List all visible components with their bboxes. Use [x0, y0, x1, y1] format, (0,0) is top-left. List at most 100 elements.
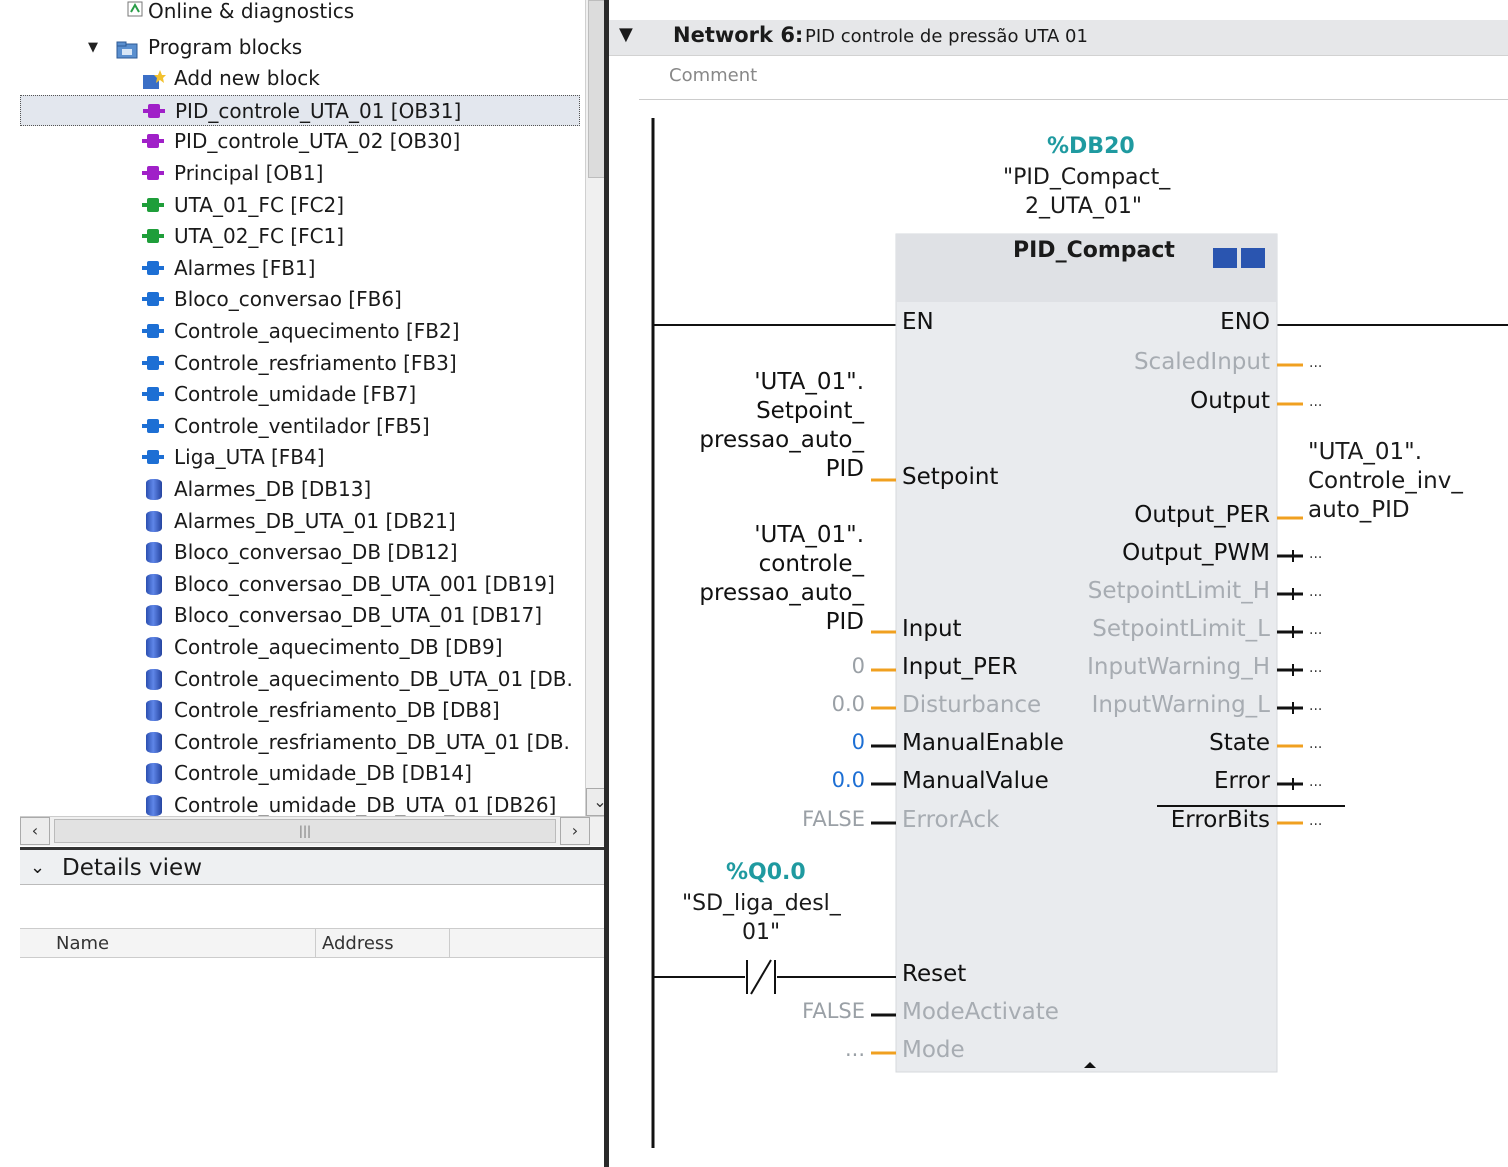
output-value[interactable]: ... — [1309, 394, 1322, 410]
tree-item[interactable]: Controle_aquecimento_DB_UTA_01 [DB. — [20, 664, 580, 695]
input-pin-en[interactable]: EN — [902, 309, 934, 335]
details-view-header[interactable]: ⌄ Details view — [20, 847, 614, 885]
output-pin-inputwarning_l[interactable]: InputWarning_L — [1092, 692, 1270, 718]
ladder-editor: ▼ Network 6: PID controle de pressão UTA… — [609, 0, 1508, 1167]
reset-contact-name-1[interactable]: "SD_liga_desl_ — [682, 891, 841, 916]
output-value[interactable]: ... — [1309, 698, 1322, 714]
output-pin-error[interactable]: Error — [1214, 768, 1270, 794]
tree-item[interactable]: Controle_aquecimento [FB2] — [20, 316, 580, 347]
output-value[interactable]: ... — [1309, 660, 1322, 676]
input-value[interactable]: 0.0 — [832, 768, 865, 792]
tree-item[interactable]: Alarmes_DB_UTA_01 [DB21] — [20, 506, 580, 537]
expand-triangle-icon[interactable]: ▼ — [88, 32, 98, 63]
tree-horizontal-scrollbar[interactable]: ‹ ||| › — [20, 816, 614, 846]
input-pin-manualvalue[interactable]: ManualValue — [902, 768, 1049, 794]
ob-icon — [142, 166, 164, 180]
tree-item-label: PID_controle_UTA_02 [OB30] — [174, 129, 461, 154]
tree-item[interactable]: Controle_umidade_DB_UTA_01 [DB26] — [20, 790, 580, 816]
tree-item[interactable]: Online & diagnostics — [20, 0, 580, 27]
output-pin-state[interactable]: State — [1209, 730, 1270, 756]
db-icon — [146, 795, 162, 816]
input-value[interactable]: 0.0 — [832, 692, 865, 716]
input-value[interactable]: 0 — [852, 730, 865, 754]
db-icon — [146, 542, 162, 564]
input-value[interactable]: FALSE — [802, 999, 865, 1023]
column-header-name[interactable]: Name — [20, 929, 316, 958]
input-value[interactable]: FALSE — [802, 807, 865, 831]
tree-item[interactable]: Controle_aquecimento_DB [DB9] — [20, 632, 580, 663]
input-value[interactable]: ... — [845, 1037, 865, 1061]
tree-item[interactable]: Alarmes [FB1] — [20, 253, 580, 284]
input-value[interactable]: 0 — [852, 654, 865, 678]
instance-name-line-1[interactable]: "PID_Compact_ — [1003, 165, 1170, 190]
setpoint-operand-line: Setpoint_ — [756, 398, 864, 424]
output-pin-setpointlimit_l[interactable]: SetpointLimit_L — [1092, 616, 1270, 642]
input-pin-modeactivate[interactable]: ModeActivate — [902, 999, 1059, 1025]
tree-item-label: Principal [OB1] — [174, 161, 324, 185]
tree-item[interactable]: Bloco_conversao_DB [DB12] — [20, 537, 580, 568]
tree-item-label: Controle_resfriamento_DB_UTA_01 [DB. — [174, 729, 570, 754]
tree-item[interactable]: Bloco_conversao_DB_UTA_001 [DB19] — [20, 569, 580, 600]
input-pin-reset[interactable]: Reset — [902, 961, 966, 987]
output-pin-setpointlimit_h[interactable]: SetpointLimit_H — [1088, 578, 1270, 604]
reset-contact-name-2[interactable]: 01" — [742, 920, 780, 945]
scroll-left-button[interactable]: ‹ — [20, 817, 50, 845]
input-pin-setpoint[interactable]: Setpoint — [902, 464, 998, 490]
output-pin-errorbits[interactable]: ErrorBits — [1171, 807, 1270, 833]
tree-item[interactable]: Controle_resfriamento_DB_UTA_01 [DB. — [20, 727, 580, 758]
output-value[interactable]: ... — [1309, 813, 1322, 829]
tree-item-label: Controle_resfriamento_DB [DB8] — [174, 698, 500, 723]
output-pin-output_per[interactable]: Output_PER — [1134, 502, 1270, 528]
input-pin-input_per[interactable]: Input_PER — [902, 654, 1017, 680]
db-icon — [146, 668, 162, 690]
input-pin-mode[interactable]: Mode — [902, 1037, 965, 1063]
input-pin-disturbance[interactable]: Disturbance — [902, 692, 1041, 718]
output-pin-scaledinput[interactable]: ScaledInput — [1134, 349, 1270, 375]
tree-item[interactable]: UTA_01_FC [FC2] — [20, 190, 580, 221]
tree-item[interactable]: PID_controle_UTA_01 [OB31] — [20, 94, 580, 126]
tree-item[interactable]: Alarmes_DB [DB13] — [20, 474, 580, 505]
output-per-operand[interactable]: "UTA_01". Controle_inv_ auto_PID — [1308, 438, 1463, 525]
input-pin-input[interactable]: Input — [902, 616, 962, 642]
tree-item[interactable]: Controle_resfriamento_DB [DB8] — [20, 695, 580, 726]
setpoint-operand[interactable]: 'UTA_01". Setpoint_ pressao_auto_ PID — [699, 368, 864, 484]
output-pin-output_pwm[interactable]: Output_PWM — [1122, 540, 1270, 566]
tree-item[interactable]: ▼ Program blocks — [20, 32, 580, 63]
tree-item[interactable]: Controle_ventilador [FB5] — [20, 411, 580, 442]
tree-item[interactable]: Controle_umidade [FB7] — [20, 379, 580, 410]
chevron-down-icon[interactable]: ⌄ — [30, 850, 45, 886]
output-value[interactable]: ... — [1309, 546, 1322, 562]
details-view-title: Details view — [62, 855, 203, 881]
output-pin-output[interactable]: Output — [1190, 388, 1270, 414]
output-value[interactable]: ... — [1309, 774, 1322, 790]
tree-item[interactable]: Bloco_conversao_DB_UTA_01 [DB17] — [20, 600, 580, 631]
input-pin-manualenable[interactable]: ManualEnable — [902, 730, 1064, 756]
tree-item-label: Alarmes_DB_UTA_01 [DB21] — [174, 508, 456, 533]
block-icon-1 — [1213, 248, 1237, 268]
column-header-address[interactable]: Address — [316, 929, 450, 958]
tree-item[interactable]: Add new block — [20, 63, 580, 94]
input-operand[interactable]: 'UTA_01". controle_ pressao_auto_ PID — [699, 521, 864, 637]
tree-item[interactable]: Liga_UTA [FB4] — [20, 442, 580, 473]
folder-icon — [116, 38, 138, 59]
tree-item[interactable]: UTA_02_FC [FC1] — [20, 221, 580, 252]
output-pin-eno[interactable]: ENO — [1220, 309, 1270, 335]
output-value[interactable]: ... — [1309, 622, 1322, 638]
tree-item[interactable]: Principal [OB1] — [20, 158, 580, 189]
input-pin-errorack[interactable]: ErrorAck — [902, 807, 999, 833]
output-value[interactable]: ... — [1309, 736, 1322, 752]
input-operand-line: PID — [825, 609, 864, 635]
tree-item[interactable]: Bloco_conversao [FB6] — [20, 284, 580, 315]
tree-item-label: Alarmes [FB1] — [174, 255, 316, 280]
input-operand-line: pressao_auto_ — [699, 580, 864, 606]
scrollbar-thumb-h[interactable]: ||| — [54, 819, 556, 843]
tree-item[interactable]: PID_controle_UTA_02 [OB30] — [20, 126, 580, 157]
tree-item[interactable]: Controle_umidade_DB [DB14] — [20, 758, 580, 789]
tree-item[interactable]: Controle_resfriamento [FB3] — [20, 348, 580, 379]
instance-name-line-2[interactable]: 2_UTA_01" — [1025, 194, 1142, 219]
output-value[interactable]: ... — [1309, 584, 1322, 600]
output-pin-inputwarning_h[interactable]: InputWarning_H — [1087, 654, 1270, 680]
scroll-right-button[interactable]: › — [560, 817, 590, 845]
fc-icon — [142, 197, 164, 212]
output-value[interactable]: ... — [1309, 355, 1322, 371]
